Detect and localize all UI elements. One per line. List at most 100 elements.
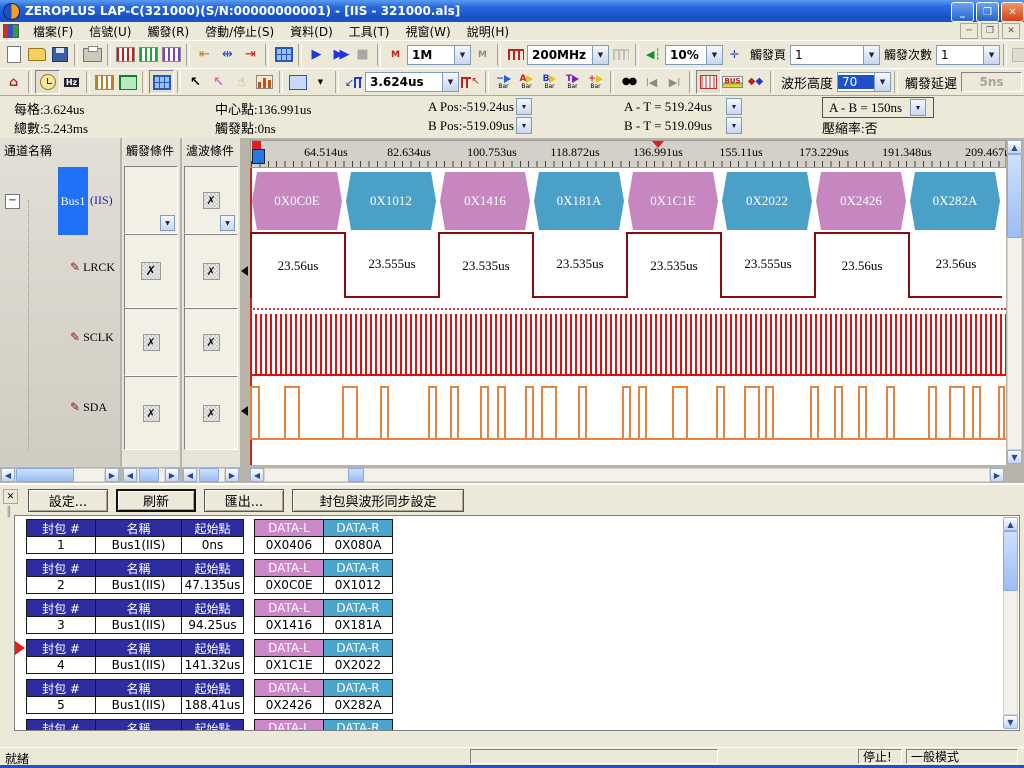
minimize-button[interactable]: _ [951, 2, 974, 22]
data-l-cell[interactable]: 0X0406 [254, 536, 324, 554]
waveform-mode-icon[interactable] [93, 71, 116, 93]
packet-cell[interactable]: 5 [26, 696, 96, 714]
run-icon[interactable]: ▶ [305, 44, 328, 66]
open-file-icon[interactable] [25, 44, 48, 66]
sample-rate-combo[interactable]: 200MHz▼ [527, 45, 609, 65]
packet-cell[interactable]: Bus1(IIS) [95, 616, 182, 634]
hand-tool-icon[interactable]: ☝ [230, 71, 253, 93]
a-pos-dropdown[interactable]: ▼ [516, 98, 532, 115]
packet-panel-close-icon[interactable]: ✕ [3, 489, 18, 504]
filter-hscroll-thumb[interactable] [199, 468, 219, 482]
wave-vscroll-down[interactable]: ▼ [1007, 450, 1022, 464]
packet-cell[interactable]: 3 [26, 616, 96, 634]
zoom-to-fit-icon[interactable]: ↙ [342, 71, 365, 93]
lrck-filter-cell[interactable]: ✗ [184, 234, 238, 308]
bus-view-icon[interactable]: BUS [721, 71, 744, 93]
sclk-trigger-cell[interactable]: ✗ [124, 308, 178, 376]
packet-cell[interactable]: 2 [26, 576, 96, 594]
close-button[interactable]: ✕ [1001, 2, 1024, 22]
filter-hscroll-left[interactable]: ◀ [183, 468, 197, 482]
dropdown-arrow-icon[interactable]: ▼ [160, 215, 175, 231]
packet-sync-button[interactable]: 封包與波形同步設定 [292, 489, 464, 512]
menu-item-6[interactable]: 視窗(W) [397, 22, 458, 41]
multiselect-tool-icon[interactable]: ↖ [207, 71, 230, 93]
packet-value-row[interactable]: 2Bus1(IIS)47.135us0X0C0E0X1012 [27, 576, 393, 594]
restore-button[interactable]: ❐ [976, 2, 999, 22]
child-close-button[interactable]: ✕ [1002, 23, 1020, 39]
packet-cell[interactable]: 1 [26, 536, 96, 554]
filter-hscroll-right[interactable]: ▶ [225, 468, 239, 482]
data-l-cell[interactable]: 0X0C0E [254, 576, 324, 594]
packet-cell[interactable]: 94.25us [181, 616, 244, 634]
data-l-cell[interactable]: 0X2426 [254, 696, 324, 714]
packet-value-row[interactable]: 3Bus1(IIS)94.25us 0X14160X181A [27, 616, 393, 634]
wave-height-combo[interactable]: 70▼ [837, 72, 891, 92]
frequency-display-icon[interactable]: Hz [60, 71, 83, 93]
trigger-page-combo[interactable]: 1▼ [790, 45, 880, 65]
zoom-mode-dropdown-icon[interactable]: ▼ [309, 71, 332, 93]
wave-hscroll-right[interactable]: ▶ [990, 468, 1004, 482]
bus-channel-item[interactable]: Bus1 [58, 167, 88, 235]
navigator-icon[interactable] [149, 70, 174, 94]
packet-cell[interactable]: Bus1(IIS) [95, 536, 182, 554]
channel-hscroll-thumb[interactable] [16, 468, 74, 482]
display-ratio-combo[interactable]: 10%▼ [665, 45, 723, 65]
bus-trigger-cell[interactable]: ▼ [124, 166, 178, 234]
trigger-ratio-right-icon[interactable]: ✛ [723, 44, 746, 66]
packet-cell[interactable]: Bus1(IIS) [95, 656, 182, 674]
tree-expander-icon[interactable]: − [5, 194, 20, 209]
child-restore-button[interactable]: ❐ [981, 23, 999, 39]
wave-hscroll-thumb[interactable] [348, 468, 364, 482]
dropdown-arrow-icon[interactable]: ▼ [220, 215, 235, 231]
b-bar-icon[interactable]: BBar [538, 71, 561, 93]
time-ruler[interactable]: 64.514us82.634us100.753us118.872us136.99… [250, 140, 1006, 168]
menu-item-7[interactable]: 說明(H) [459, 22, 517, 41]
data-l-cell[interactable]: 0X1C1E [254, 656, 324, 674]
trigger-ratio-left-icon[interactable]: ◀┆ [642, 44, 665, 66]
find-icon[interactable]: ●● [617, 71, 640, 93]
data-l-cell[interactable]: 0X1416 [254, 616, 324, 634]
time-scale-combo[interactable]: 3.624us▼ [365, 72, 459, 92]
sample-depth-combo[interactable]: 1M▼ [407, 45, 471, 65]
goto-bar-icon[interactable]: −Bar [492, 71, 515, 93]
packet-settings-button[interactable]: 設定... [28, 489, 108, 512]
bus-analysis-icon[interactable] [272, 44, 295, 66]
packet-cell[interactable]: 0ns [181, 536, 244, 554]
listing-mode-icon[interactable] [116, 71, 139, 93]
trigger-pos-end-icon[interactable]: ⇥ [239, 44, 262, 66]
t-bar-icon[interactable]: TBar [561, 71, 584, 93]
sda-trigger-cell[interactable]: ✗ [124, 376, 178, 450]
menu-item-5[interactable]: 工具(T) [341, 22, 398, 41]
sampling-setup-icon[interactable] [114, 44, 137, 66]
trigger-hscroll-thumb[interactable] [139, 468, 159, 482]
packet-vscroll-up[interactable]: ▲ [1003, 517, 1018, 531]
packet-value-row[interactable]: 4Bus1(IIS)141.32us0X1C1E0X2022 [27, 656, 393, 674]
channel-setup-icon[interactable] [137, 44, 160, 66]
packet-value-row[interactable]: 1Bus1(IIS)0ns 0X04060X080A [27, 536, 393, 554]
trigger-pos-center-icon[interactable]: ⇹ [216, 44, 239, 66]
packet-value-row[interactable]: 5Bus1(IIS)188.41us0X24260X282A [27, 696, 393, 714]
data-r-cell[interactable]: 0X181A [323, 616, 393, 634]
trigger-count-combo[interactable]: 1▼ [936, 45, 1000, 65]
packet-cell[interactable]: 141.32us [181, 656, 244, 674]
new-file-icon[interactable] [2, 44, 25, 66]
b-t-dropdown[interactable]: ▼ [726, 117, 742, 134]
packet-cell[interactable]: 47.135us [181, 576, 244, 594]
menu-item-1[interactable]: 信號(U) [81, 22, 139, 41]
save-file-icon[interactable] [48, 44, 71, 66]
menu-item-4[interactable]: 資料(D) [282, 22, 341, 41]
data-r-cell[interactable]: 0X1012 [323, 576, 393, 594]
packet-cell[interactable]: 4 [26, 656, 96, 674]
home-icon[interactable]: ⌂ [2, 71, 25, 93]
stop-icon[interactable]: ■ [351, 44, 374, 66]
zoom-mode-icon[interactable] [286, 71, 309, 93]
data-compare-icon[interactable]: ◆◆ [744, 71, 767, 93]
wave-hscroll-left[interactable]: ◀ [250, 468, 264, 482]
wave-vscroll-thumb[interactable] [1007, 154, 1022, 238]
data-r-cell[interactable]: 0X080A [323, 536, 393, 554]
sclk-filter-cell[interactable]: ✗ [184, 308, 238, 376]
packet-refresh-button[interactable]: 刷新 [116, 489, 196, 512]
wave-hscroll-track[interactable] [264, 468, 990, 482]
a-bar-icon[interactable]: ABar [515, 71, 538, 93]
b-pos-dropdown[interactable]: ▼ [516, 117, 532, 134]
